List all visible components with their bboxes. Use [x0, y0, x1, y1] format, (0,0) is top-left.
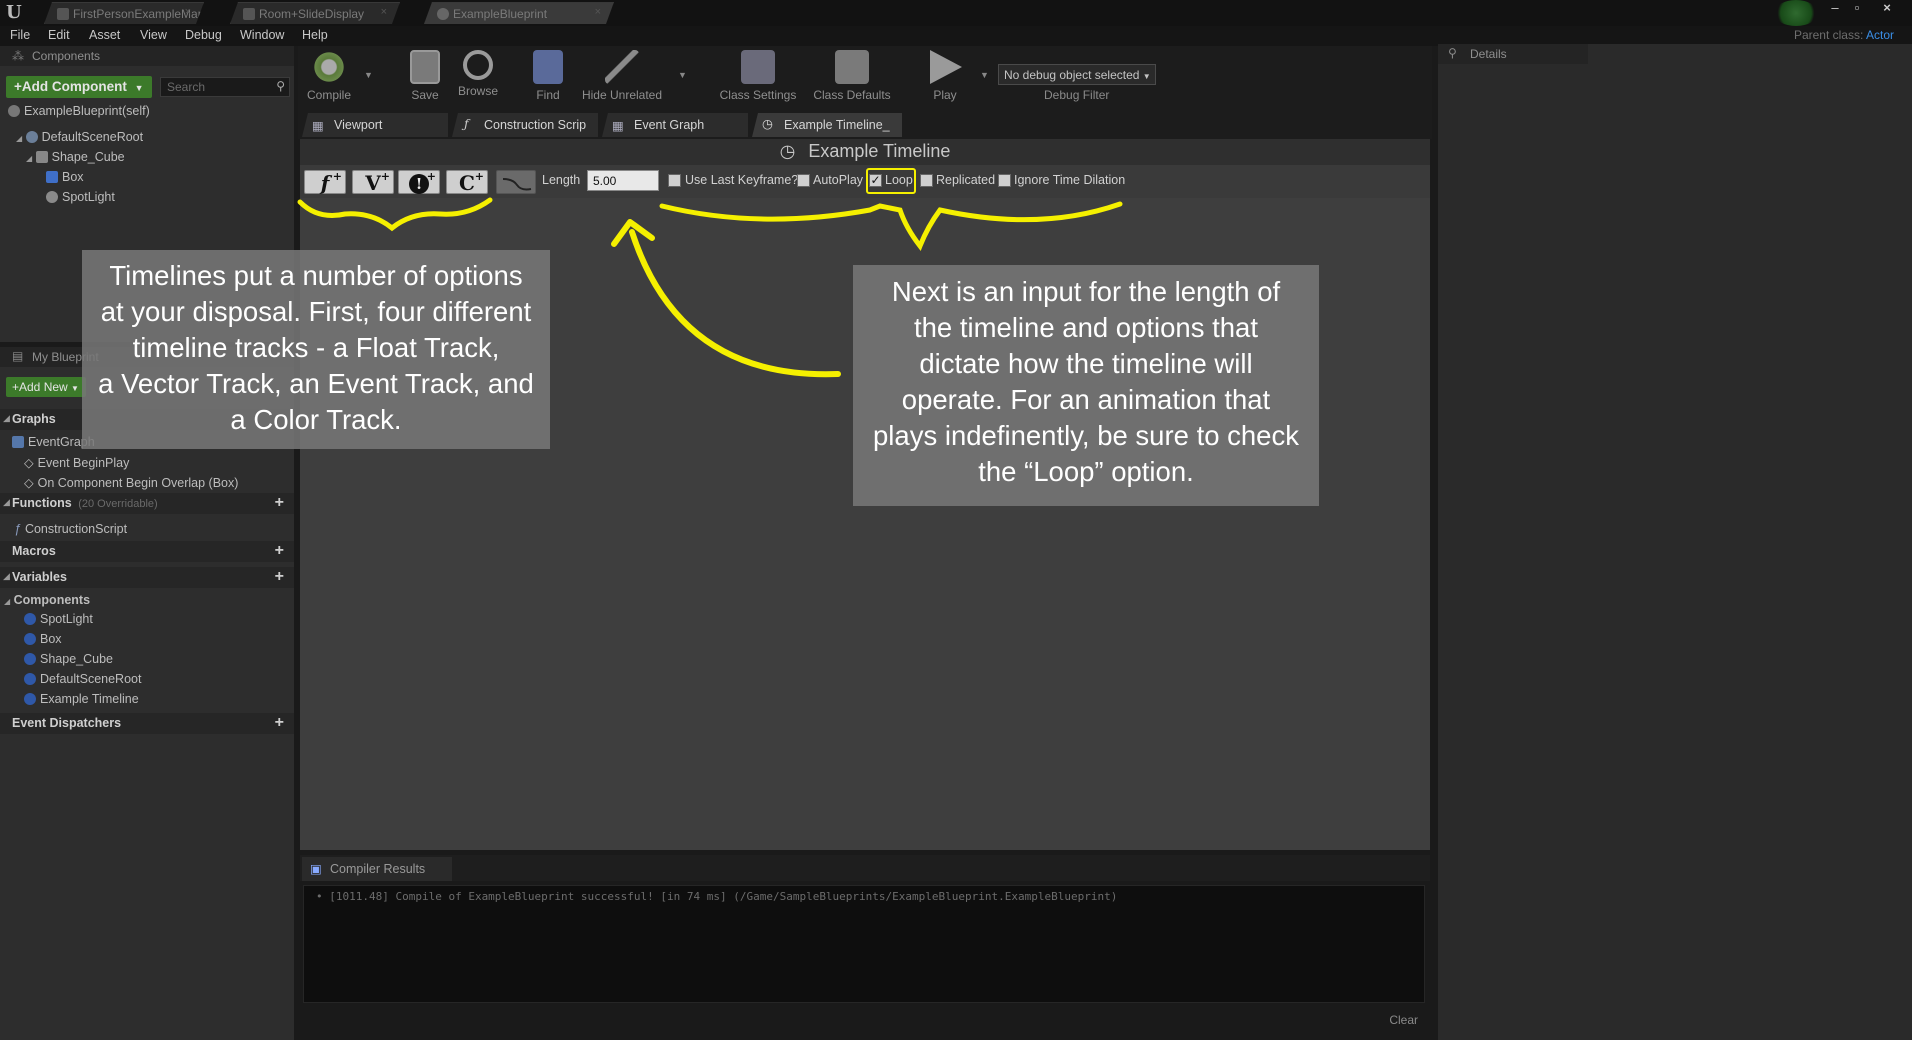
annotation-length-and-options: Next is an input for the length of the t… [853, 265, 1319, 506]
details-header: ⚲ Details [1438, 44, 1588, 64]
compiler-results-header [300, 855, 1430, 881]
compiler-icon: ▣ [310, 862, 322, 876]
annotation-track-types: Timelines put a number of options at you… [82, 250, 550, 449]
brace-under-track-buttons [297, 197, 493, 232]
details-panel: ⚲ Details [1438, 44, 1912, 1040]
search-icon: ⚲ [1448, 46, 1457, 60]
clear-button[interactable]: Clear [1389, 1013, 1418, 1027]
arrow-to-length [629, 229, 841, 378]
brace-under-options [659, 201, 1123, 251]
tab-compiler-results[interactable]: ▣ Compiler Results [302, 857, 452, 881]
compiler-log-line: • [1011.48] Compile of ExampleBlueprint … [316, 890, 1118, 903]
